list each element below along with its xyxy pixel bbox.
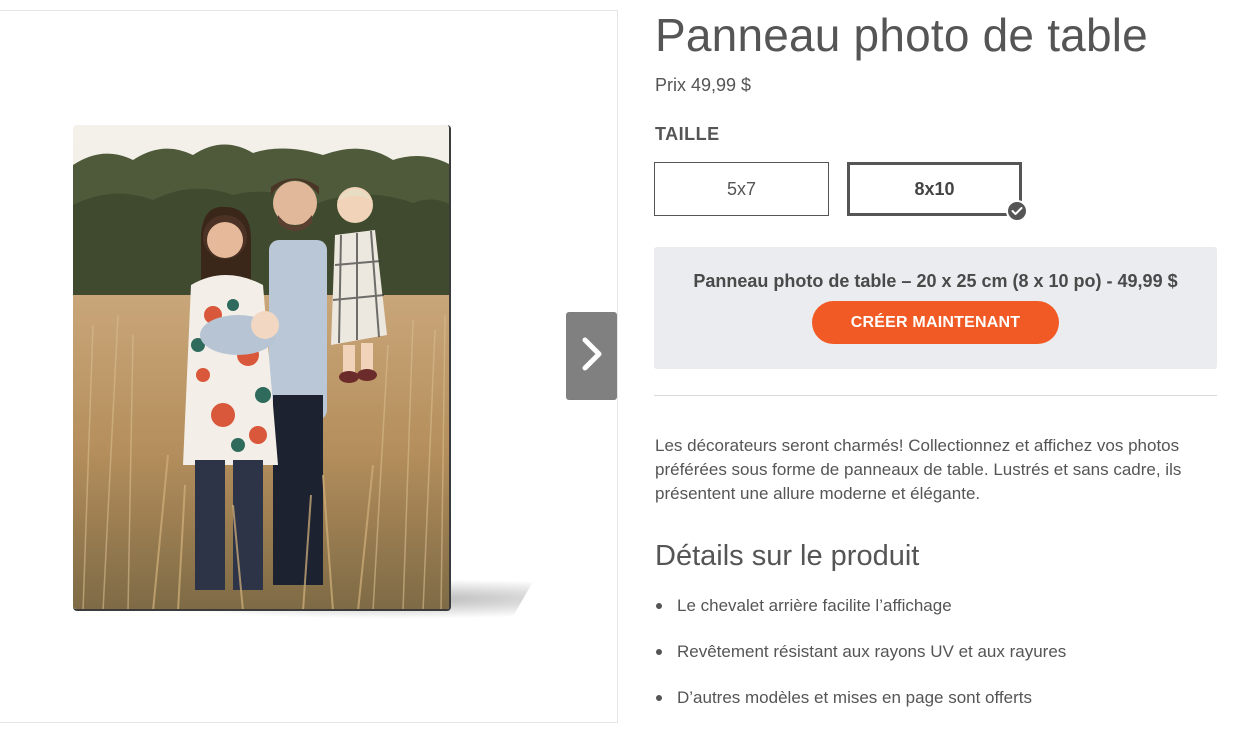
divider — [654, 395, 1217, 396]
create-panel: Panneau photo de table – 20 x 25 cm (8 x… — [654, 247, 1217, 369]
family-photo — [73, 125, 451, 611]
size-option-label: 5x7 — [726, 178, 757, 199]
list-item: Revêtement résistant aux rayons UV et au… — [655, 638, 1066, 684]
chevron-right-icon — [581, 337, 603, 376]
size-label: TAILLE — [655, 124, 720, 144]
product-description: Les décorateurs seront charmés! Collecti… — [655, 436, 1182, 503]
product-title: Panneau photo de table — [655, 9, 1148, 61]
selected-product-summary: Panneau photo de table – 20 x 25 cm (8 x… — [693, 271, 1178, 291]
details-title: Détails sur le produit — [655, 540, 920, 572]
list-item: D’autres modèles et mises en page sont o… — [655, 684, 1066, 730]
product-price: Prix 49,99 $ — [655, 75, 752, 95]
product-image-gallery — [0, 10, 618, 723]
size-option-5x7[interactable]: 5x7 — [654, 162, 829, 216]
size-option-8x10[interactable]: 8x10 — [847, 162, 1022, 216]
size-option-label: 8x10 — [914, 178, 955, 199]
product-photo-panel — [73, 125, 535, 619]
gallery-next-button[interactable] — [566, 312, 617, 400]
check-icon — [1006, 200, 1028, 222]
create-now-button[interactable]: CRÉER MAINTENANT — [812, 301, 1059, 344]
details-list: Le chevalet arrière facilite l’affichage… — [655, 592, 1066, 730]
list-item: Le chevalet arrière facilite l’affichage — [655, 592, 1066, 638]
